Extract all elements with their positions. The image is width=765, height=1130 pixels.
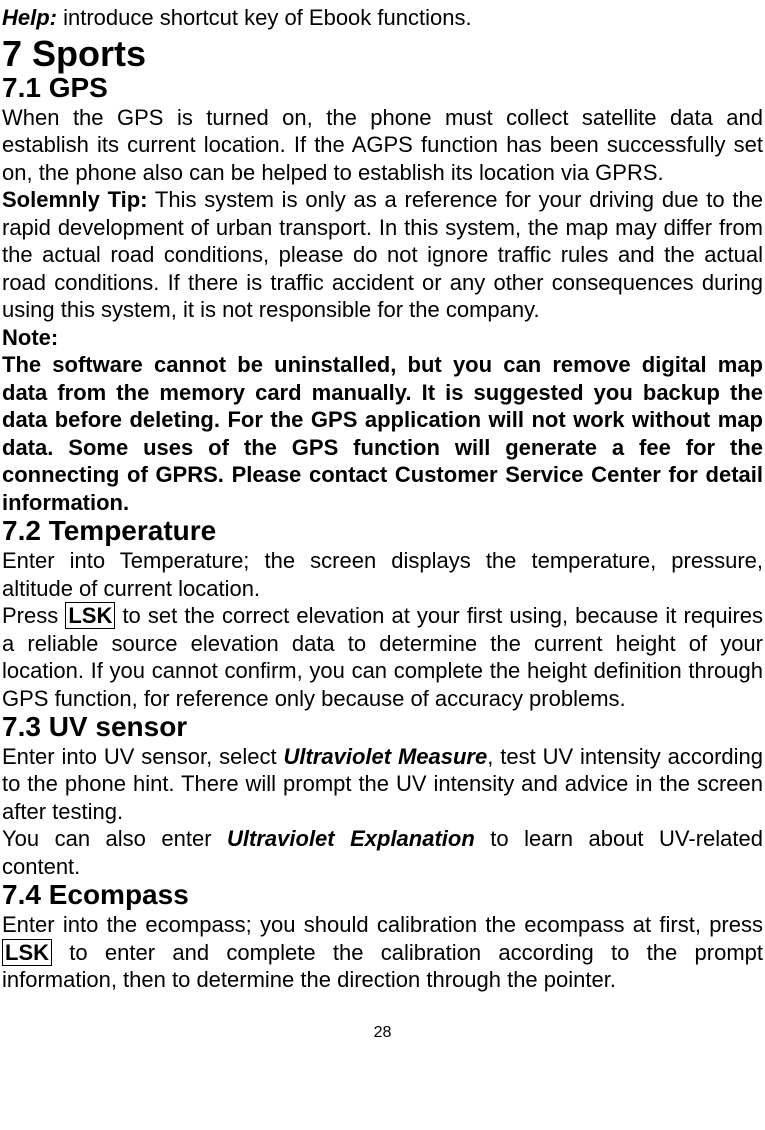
temp-text-b: to set the correct elevation at your fir… [2, 603, 763, 711]
uv-explanation: You can also enter Ultraviolet Explanati… [2, 825, 763, 880]
help-line: Help: introduce shortcut key of Ebook fu… [2, 4, 763, 32]
ecompass-text: Enter into the ecompass; you should cali… [2, 911, 763, 994]
temperature-intro: Enter into Temperature; the screen displ… [2, 547, 763, 602]
uv-measure: Enter into UV sensor, select Ultraviolet… [2, 743, 763, 826]
gps-intro: When the GPS is turned on, the phone mus… [2, 104, 763, 187]
uv-exp-a: You can also enter [2, 826, 227, 851]
heading-ecompass: 7.4 Ecompass [2, 880, 763, 911]
note-label: Note: [2, 324, 763, 352]
note-text: The software cannot be uninstalled, but … [2, 351, 763, 516]
temperature-lsk: Press LSK to set the correct elevation a… [2, 602, 763, 712]
help-label: Help: [2, 5, 57, 30]
heading-sports: 7 Sports [2, 34, 763, 74]
lsk-key-2: LSK [2, 939, 52, 966]
heading-gps: 7.1 GPS [2, 73, 763, 104]
lsk-key: LSK [65, 602, 115, 629]
ecomp-a: Enter into the ecompass; you should cali… [2, 912, 763, 937]
ecomp-b: to enter and complete the calibration ac… [2, 940, 763, 993]
uv-measure-label: Ultraviolet Measure [283, 744, 487, 769]
uv-exp-label: Ultraviolet Explanation [227, 826, 475, 851]
tip-label: Solemnly Tip: [2, 187, 148, 212]
document-page: Help: introduce shortcut key of Ebook fu… [0, 0, 765, 1052]
heading-uv-sensor: 7.3 UV sensor [2, 712, 763, 743]
temp-text-a: Press [2, 603, 65, 628]
page-number: 28 [2, 1024, 763, 1042]
heading-temperature: 7.2 Temperature [2, 516, 763, 547]
gps-tip: Solemnly Tip: This system is only as a r… [2, 186, 763, 324]
help-text: introduce shortcut key of Ebook function… [57, 5, 472, 30]
uv-text-a: Enter into UV sensor, select [2, 744, 283, 769]
